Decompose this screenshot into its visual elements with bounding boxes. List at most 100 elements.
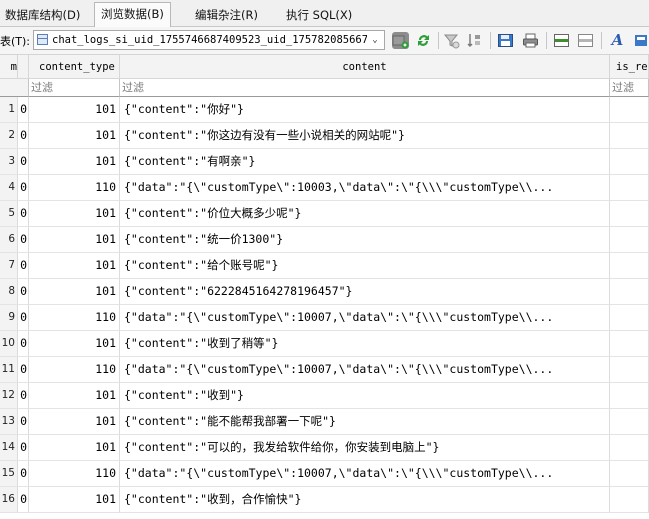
cell-content-type[interactable]: 110 [29, 305, 120, 331]
tab-execute-sql[interactable]: 执行 SQL(X) [279, 3, 359, 25]
column-header-content-type[interactable]: content_type [29, 55, 120, 79]
row-number[interactable]: 8 [0, 279, 18, 305]
cell-content[interactable]: {"content":"收到"} [120, 383, 610, 409]
cell-content[interactable]: {"content":"给个账号呢"} [120, 253, 610, 279]
filter-input-content-type[interactable]: 过滤 [29, 79, 120, 97]
cell-is-read[interactable] [610, 201, 649, 227]
cell-content-type[interactable]: 110 [29, 461, 120, 487]
tab-database-structure[interactable]: 数据库结构(D) [0, 3, 87, 25]
cell-id[interactable]: 0 [18, 461, 29, 487]
cell-id[interactable]: 0 [18, 279, 29, 305]
row-number[interactable]: 10 [0, 331, 18, 357]
table-row[interactable]: 8 0 101 {"content":"6222845164278196457"} [0, 279, 649, 305]
table-row[interactable]: 15 0 110 {"data":"{\"customType\":10007,\"d… [0, 461, 649, 487]
row-number[interactable]: 15 [0, 461, 18, 487]
row-number[interactable]: 16 [0, 487, 18, 513]
cell-id[interactable]: 0 [18, 357, 29, 383]
cell-content[interactable]: {"content":"可以的，我发给软件给你，你安装到电脑上"} [120, 435, 610, 461]
save-table-icon[interactable] [497, 32, 514, 49]
row-number[interactable]: 1 [0, 97, 18, 123]
table-row[interactable]: 16 0 101 {"content":"收到，合作愉快"} [0, 487, 649, 513]
row-number[interactable]: 6 [0, 227, 18, 253]
cell-content-type[interactable]: 101 [29, 383, 120, 409]
filter-input-content[interactable]: 过滤 [120, 79, 610, 97]
table-row[interactable]: 11 0 110 {"data":"{\"customType\":10007,\"d… [0, 357, 649, 383]
cell-id[interactable]: 0 [18, 253, 29, 279]
table-row[interactable]: 12 0 101 {"content":"收到"} [0, 383, 649, 409]
row-number[interactable]: 3 [0, 149, 18, 175]
cell-content[interactable]: {"content":"收到了稍等"} [120, 331, 610, 357]
table-row[interactable]: 7 0 101 {"content":"给个账号呢"} [0, 253, 649, 279]
cell-content-type[interactable]: 110 [29, 175, 120, 201]
cell-content-type[interactable]: 101 [29, 331, 120, 357]
row-number[interactable]: 11 [0, 357, 18, 383]
row-number[interactable]: 12 [0, 383, 18, 409]
add-record-icon[interactable] [392, 32, 409, 49]
table-select[interactable]: chat_logs_si_uid_1755746687409523_uid_17… [33, 30, 385, 50]
format-icon[interactable] [633, 32, 649, 49]
table-row[interactable]: 4 0 110 {"data":"{\"customType\":10003,\"da… [0, 175, 649, 201]
cell-content[interactable]: {"data":"{\"customType\":10007,\"data\":… [120, 305, 610, 331]
cell-content-type[interactable]: 101 [29, 435, 120, 461]
cell-id[interactable]: 0 [18, 383, 29, 409]
table-row[interactable]: 3 0 101 {"content":"有啊亲"} [0, 149, 649, 175]
cell-id[interactable]: 0 [18, 149, 29, 175]
cell-is-read[interactable] [610, 123, 649, 149]
cell-content-type[interactable]: 101 [29, 409, 120, 435]
cell-content[interactable]: {"content":"价位大概多少呢"} [120, 201, 610, 227]
cell-content-type[interactable]: 110 [29, 357, 120, 383]
filter-input-is-read[interactable]: 过滤 [610, 79, 649, 97]
cell-content[interactable]: {"data":"{\"customType\":10003,\"data\":… [120, 175, 610, 201]
table-row[interactable]: 10 0 101 {"content":"收到了稍等"} [0, 331, 649, 357]
row-number[interactable]: 9 [0, 305, 18, 331]
cell-id[interactable]: 0 [18, 175, 29, 201]
tab-edit-pragmas[interactable]: 编辑杂注(R) [188, 3, 265, 25]
cell-content[interactable]: {"content":"统一价1300"} [120, 227, 610, 253]
table-row[interactable]: 1 0 101 {"content":"你好"} [0, 97, 649, 123]
cell-is-read[interactable] [610, 331, 649, 357]
cell-content-type[interactable]: 101 [29, 279, 120, 305]
row-number[interactable]: 14 [0, 435, 18, 461]
cell-content[interactable]: {"content":"能不能帮我部署一下呢"} [120, 409, 610, 435]
cell-id[interactable]: 0 [18, 487, 29, 513]
clear-filter-icon[interactable] [443, 32, 460, 49]
cell-content[interactable]: {"content":"6222845164278196457"} [120, 279, 610, 305]
cell-id[interactable]: 0 [18, 201, 29, 227]
table-row[interactable]: 9 0 110 {"data":"{\"customType\":10007,\"da… [0, 305, 649, 331]
sort-icon[interactable] [466, 32, 483, 49]
cell-content-type[interactable]: 101 [29, 97, 120, 123]
cell-content-type[interactable]: 101 [29, 253, 120, 279]
cell-content[interactable]: {"data":"{\"customType\":10007,\"data\":… [120, 357, 610, 383]
cell-content-type[interactable]: 101 [29, 487, 120, 513]
cell-id[interactable]: 0 [18, 409, 29, 435]
cell-content[interactable]: {"content":"你这边有没有一些小说相关的网站呢"} [120, 123, 610, 149]
font-icon[interactable]: A [609, 32, 626, 49]
refresh-icon[interactable] [415, 32, 432, 49]
cell-id[interactable]: 0 [18, 227, 29, 253]
insert-row-icon[interactable] [553, 32, 570, 49]
chevron-down-icon[interactable]: ⌄ [368, 31, 382, 49]
cell-is-read[interactable] [610, 227, 649, 253]
cell-is-read[interactable] [610, 461, 649, 487]
cell-content-type[interactable]: 101 [29, 149, 120, 175]
cell-is-read[interactable] [610, 97, 649, 123]
row-number[interactable]: 5 [0, 201, 18, 227]
cell-content[interactable]: {"data":"{\"customType\":10007,\"data\":… [120, 461, 610, 487]
column-header-is-read[interactable]: is_re [610, 55, 649, 79]
table-row[interactable]: 13 0 101 {"content":"能不能帮我部署一下呢"} [0, 409, 649, 435]
cell-content[interactable]: {"content":"收到，合作愉快"} [120, 487, 610, 513]
cell-content[interactable]: {"content":"你好"} [120, 97, 610, 123]
cell-content-type[interactable]: 101 [29, 227, 120, 253]
row-number[interactable]: 13 [0, 409, 18, 435]
table-row[interactable]: 6 0 101 {"content":"统一价1300"} [0, 227, 649, 253]
row-number[interactable]: 4 [0, 175, 18, 201]
cell-id[interactable]: 0 [18, 97, 29, 123]
cell-content[interactable]: {"content":"有啊亲"} [120, 149, 610, 175]
table-row[interactable]: 14 0 101 {"content":"可以的，我发给软件给你，你安装到电脑上"} [0, 435, 649, 461]
cell-content-type[interactable]: 101 [29, 123, 120, 149]
cell-is-read[interactable] [610, 357, 649, 383]
tab-browse-data[interactable]: 浏览数据(B) [94, 2, 171, 27]
cell-is-read[interactable] [610, 253, 649, 279]
cell-is-read[interactable] [610, 149, 649, 175]
cell-is-read[interactable] [610, 435, 649, 461]
